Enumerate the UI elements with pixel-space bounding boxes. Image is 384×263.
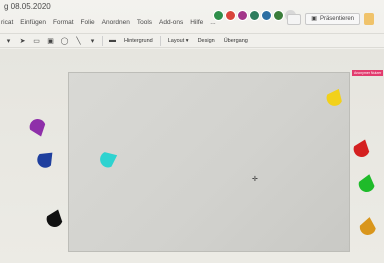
cursor-icon[interactable]: ➤	[18, 36, 27, 45]
photo-frame: g 08.05.2020 ricat Einfügen Format Folie…	[0, 0, 384, 263]
layout-button[interactable]: Layout ▾	[166, 38, 191, 44]
avatar[interactable]	[273, 10, 284, 21]
comment-icon[interactable]: ▬	[108, 36, 117, 45]
textbox-icon[interactable]: ▭	[32, 36, 41, 45]
present-icon: ▣	[311, 16, 317, 22]
avatar[interactable]	[213, 10, 224, 21]
avatar[interactable]	[237, 10, 248, 21]
design-button[interactable]: Design	[196, 38, 217, 44]
orange-pin[interactable]	[355, 213, 380, 238]
menu-bar: ricat Einfügen Format Folie Anordnen Too…	[0, 16, 217, 28]
transition-button[interactable]: Übergang	[222, 38, 250, 44]
menu-slide[interactable]: Folie	[80, 19, 96, 26]
menu-tools[interactable]: Tools	[136, 19, 153, 26]
crosshair-cursor-icon: ✛	[252, 176, 258, 183]
line-icon[interactable]: ╲	[74, 36, 83, 45]
share-button[interactable]	[364, 13, 374, 25]
image-icon[interactable]: ▣	[46, 36, 55, 45]
menu-view[interactable]: ricat	[0, 19, 14, 26]
chevron-down-icon[interactable]: ▾	[88, 36, 97, 45]
avatar[interactable]	[249, 10, 260, 21]
menu-insert[interactable]: Einfügen	[19, 19, 47, 26]
toolbar-divider	[159, 35, 161, 46]
collaborator-avatars: +6	[213, 10, 296, 21]
chat-button[interactable]	[287, 13, 302, 25]
shape-icon[interactable]: ◯	[60, 36, 69, 45]
menu-help[interactable]: Hilfe	[189, 19, 204, 26]
toolbar-divider	[102, 35, 103, 46]
header-actions: ▣ Präsentieren	[287, 13, 374, 25]
avatar[interactable]	[225, 10, 236, 21]
collaborator-cursor-tag: Anonymer Nutzer	[352, 70, 384, 76]
present-label: Präsentieren	[319, 16, 354, 22]
menu-addons[interactable]: Add-ons	[158, 19, 184, 26]
menu-format[interactable]: Format	[52, 19, 75, 26]
background-button[interactable]: Hintergrund	[122, 38, 155, 44]
chevron-down-icon[interactable]: ▾	[4, 36, 13, 45]
present-button[interactable]: ▣ Präsentieren	[305, 13, 360, 25]
menu-arrange[interactable]: Anordnen	[101, 19, 131, 26]
toolbar: ▾ ➤ ▭ ▣ ◯ ╲ ▾ ▬ Hintergrund Layout ▾ Des…	[0, 33, 384, 48]
avatar[interactable]	[261, 10, 272, 21]
document-title: g 08.05.2020	[4, 2, 51, 11]
